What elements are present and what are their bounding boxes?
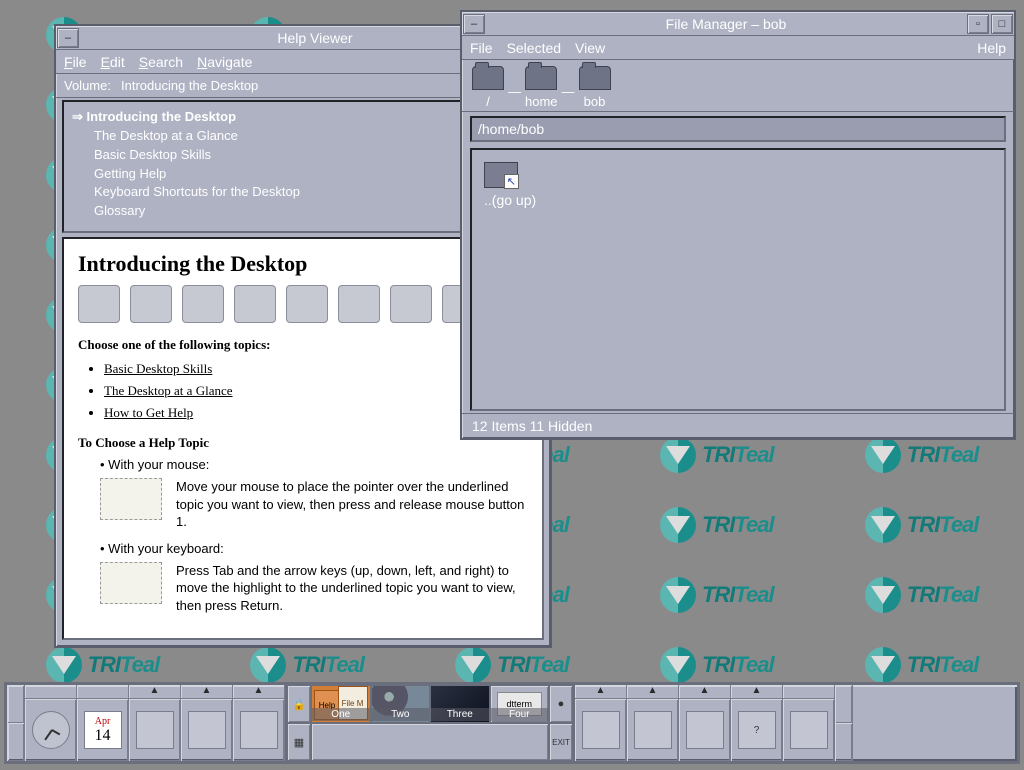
clock-icon xyxy=(32,711,70,749)
keyboard-thumb-icon xyxy=(100,562,162,604)
trash-icon xyxy=(790,711,828,749)
subpanel-arrow[interactable]: ▲ xyxy=(731,685,782,699)
clock-slot[interactable] xyxy=(25,699,76,761)
window-menu-button[interactable]: – xyxy=(57,28,79,48)
speaker-icon xyxy=(78,285,120,323)
panel-right-group: ▲ ▲ ▲ ▲ ? xyxy=(575,685,835,761)
appmgr-slot[interactable] xyxy=(679,699,730,761)
menu-file[interactable]: File xyxy=(470,40,493,56)
path-seg-home[interactable]: home xyxy=(525,66,558,109)
textedit-slot[interactable] xyxy=(181,699,232,761)
subpanel-arrow[interactable]: ▲ xyxy=(627,685,678,699)
fm-menubar[interactable]: File Selected View Help xyxy=(462,36,1014,60)
maximize-button[interactable]: □ xyxy=(991,14,1013,34)
folder-icon xyxy=(579,66,611,90)
volume-value: Introducing the Desktop xyxy=(121,78,258,93)
workspace-labels-strip xyxy=(311,723,549,761)
printer-slot[interactable] xyxy=(575,699,626,761)
busy-light: ● xyxy=(549,685,573,723)
subpanel-arrow[interactable]: ▲ xyxy=(129,685,180,699)
path-seg-bob[interactable]: bob xyxy=(579,66,611,109)
workspace-four[interactable]: dtterm Four xyxy=(490,685,550,723)
panel-handle-right[interactable] xyxy=(835,685,853,761)
subpanel-arrow[interactable] xyxy=(25,685,76,699)
subpanel-arrow[interactable] xyxy=(77,685,128,699)
terminal-icon xyxy=(338,285,380,323)
keyboard-label: With your keyboard: xyxy=(108,541,224,556)
folder-icon xyxy=(472,66,504,90)
front-panel[interactable]: Apr14 ▲ ▲ ▲ 🔒 Help File M One Two xyxy=(4,682,1020,764)
filemgr-icon xyxy=(390,285,432,323)
fm-path-iconbar[interactable]: / — home — bob xyxy=(462,60,1014,112)
help-link[interactable]: The Desktop at a Glance xyxy=(104,383,233,398)
subpanel-arrow[interactable]: ▲ xyxy=(679,685,730,699)
menu-navigate[interactable]: Navigate xyxy=(197,54,252,70)
go-up-label: ..(go up) xyxy=(484,192,536,208)
file-drawer-icon xyxy=(136,711,174,749)
exit-button[interactable]: EXIT xyxy=(549,723,573,761)
lock-button[interactable]: 🔒 xyxy=(287,685,311,723)
folder-icon xyxy=(525,66,557,90)
volume-label: Volume: xyxy=(64,78,111,93)
style-slot[interactable] xyxy=(627,699,678,761)
trash-slot[interactable] xyxy=(783,699,834,761)
minimize-button[interactable]: ▫ xyxy=(967,14,989,34)
folder-up-icon xyxy=(484,162,518,188)
fm-titlebar[interactable]: – File Manager – bob ▫ □ xyxy=(462,12,1014,36)
printer-icon xyxy=(582,711,620,749)
file-manager-window[interactable]: – File Manager – bob ▫ □ File Selected V… xyxy=(460,10,1016,440)
menu-search[interactable]: Search xyxy=(139,54,183,70)
subpanel-arrow[interactable]: ▲ xyxy=(181,685,232,699)
path-seg-root[interactable]: / xyxy=(472,66,504,109)
workspace-three[interactable]: Three xyxy=(430,685,490,723)
subpanel-arrow[interactable] xyxy=(783,685,834,699)
subpanel-arrow[interactable]: ▲ xyxy=(233,685,284,699)
fm-title: File Manager – bob xyxy=(486,16,966,32)
book-icon xyxy=(286,285,328,323)
keyboard-text: Press Tab and the arrow keys (up, down, … xyxy=(176,562,528,615)
keys-icon xyxy=(234,285,276,323)
mouse-label: With your mouse: xyxy=(108,457,209,472)
notepad-icon xyxy=(188,711,226,749)
app-manager-icon xyxy=(686,711,724,749)
workspace-two[interactable]: Two xyxy=(371,685,431,723)
style-manager-icon xyxy=(634,711,672,749)
window-menu-button[interactable]: – xyxy=(463,14,485,34)
menu-selected[interactable]: Selected xyxy=(507,40,561,56)
fm-status: 12 Items 11 Hidden xyxy=(462,413,1014,438)
menu-view[interactable]: View xyxy=(575,40,605,56)
help-link[interactable]: Basic Desktop Skills xyxy=(104,361,212,376)
calendar-slot[interactable]: Apr14 xyxy=(77,699,128,761)
filemgr-slot[interactable] xyxy=(129,699,180,761)
ws-grid-button[interactable]: ▦ xyxy=(287,723,311,761)
mouse-thumb-icon xyxy=(100,478,162,520)
help-slot[interactable]: ? xyxy=(731,699,782,761)
menu-edit[interactable]: Edit xyxy=(101,54,125,70)
calendar-icon: Apr14 xyxy=(84,711,122,749)
style-icon xyxy=(130,285,172,323)
workspace-one[interactable]: Help File M One xyxy=(311,685,371,723)
mouse-text: Move your mouse to place the pointer ove… xyxy=(176,478,528,531)
menu-help[interactable]: Help xyxy=(977,40,1006,56)
help-link[interactable]: How to Get Help xyxy=(104,405,193,420)
fm-path-text[interactable]: /home/bob xyxy=(470,116,1006,142)
panel-left-group: Apr14 ▲ ▲ ▲ xyxy=(25,685,285,761)
menu-file[interactable]: File xyxy=(64,54,87,70)
printer-icon xyxy=(182,285,224,323)
panel-handle-left[interactable] xyxy=(7,685,25,761)
mail-slot[interactable] xyxy=(233,699,284,761)
fm-file-area[interactable]: ..(go up) xyxy=(470,148,1006,411)
help-book-icon: ? xyxy=(738,711,776,749)
mail-icon xyxy=(240,711,278,749)
workspace-switcher[interactable]: 🔒 Help File M One Two Three dtterm Four … xyxy=(285,685,575,761)
go-up-entry[interactable]: ..(go up) xyxy=(484,162,574,208)
subpanel-arrow[interactable]: ▲ xyxy=(575,685,626,699)
